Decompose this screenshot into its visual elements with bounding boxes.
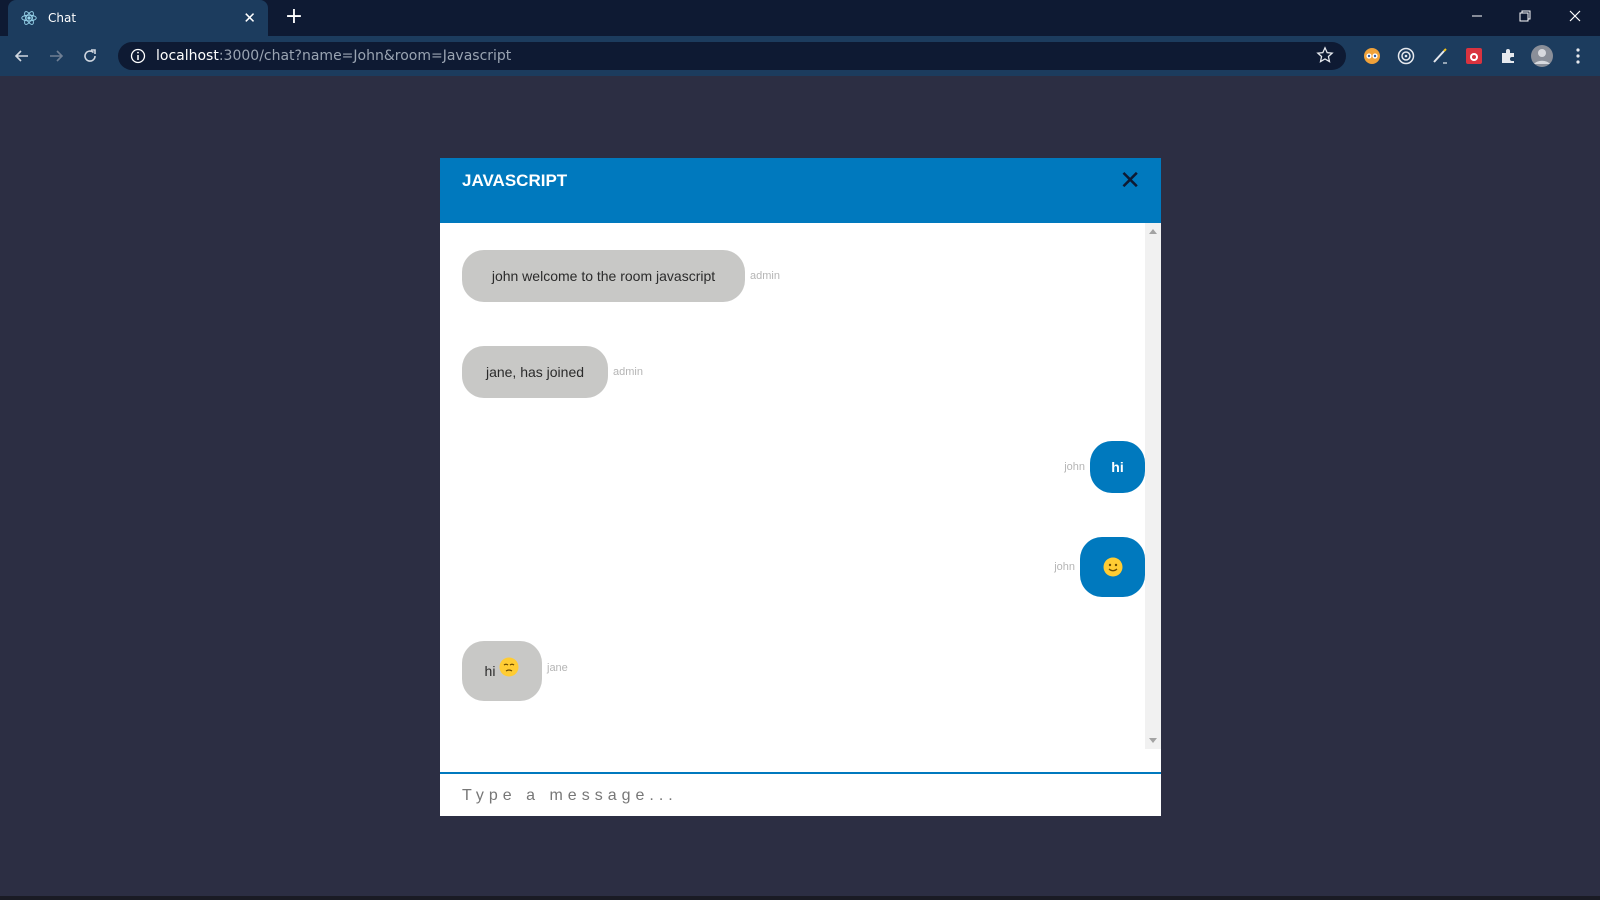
extension-glasses-icon[interactable] bbox=[1360, 44, 1384, 68]
back-icon[interactable] bbox=[10, 44, 34, 68]
message-item: john bbox=[1054, 537, 1145, 597]
taskbar-strip bbox=[0, 896, 1600, 900]
restore-icon[interactable] bbox=[1502, 0, 1548, 32]
tab-title: Chat bbox=[48, 11, 77, 25]
slightly-smiling-face-icon bbox=[1103, 557, 1122, 577]
message-item: hi jane bbox=[462, 641, 568, 701]
chat-header: JAVASCRIPT ✕ bbox=[440, 158, 1161, 223]
scroll-up-icon[interactable] bbox=[1149, 229, 1157, 234]
message-bubble bbox=[1080, 537, 1145, 597]
browser-tab-bar: Chat ✕ + bbox=[0, 0, 1600, 36]
new-tab-icon[interactable]: + bbox=[282, 6, 306, 30]
message-item: john welcome to the room javascript admi… bbox=[462, 250, 780, 302]
tab-close-icon[interactable]: ✕ bbox=[243, 10, 256, 26]
browser-tab[interactable]: Chat ✕ bbox=[8, 0, 268, 36]
message-sender: john bbox=[1054, 561, 1075, 573]
message-text: hi bbox=[484, 663, 496, 679]
browser-toolbar: localhost:3000/chat?name=John&room=Javas… bbox=[0, 36, 1600, 76]
profile-avatar[interactable] bbox=[1530, 44, 1554, 68]
react-favicon-icon bbox=[21, 11, 37, 25]
message-sender: admin bbox=[750, 270, 780, 282]
message-sender: jane bbox=[547, 662, 568, 674]
minimize-icon[interactable] bbox=[1454, 0, 1500, 32]
menu-icon[interactable] bbox=[1566, 44, 1590, 68]
close-chat-icon[interactable]: ✕ bbox=[1119, 168, 1141, 194]
site-info-icon[interactable] bbox=[130, 48, 146, 64]
url-text: localhost:3000/chat?name=John&room=Javas… bbox=[156, 48, 512, 64]
window-close-icon[interactable] bbox=[1552, 0, 1598, 32]
message-input[interactable] bbox=[460, 780, 1144, 812]
chat-window: JAVASCRIPT ✕ john welcome to the room ja… bbox=[440, 158, 1161, 816]
message-bubble: hi bbox=[1090, 441, 1145, 493]
forward-icon[interactable] bbox=[44, 44, 68, 68]
message-bubble: john welcome to the room javascript bbox=[462, 250, 745, 302]
address-bar[interactable]: localhost:3000/chat?name=John&room=Javas… bbox=[118, 42, 1346, 70]
room-title: JAVASCRIPT bbox=[462, 171, 568, 190]
message-scrollbar[interactable] bbox=[1145, 223, 1161, 749]
message-sender: john bbox=[1064, 461, 1085, 473]
message-composer bbox=[440, 772, 1161, 816]
extension-pen-icon[interactable] bbox=[1428, 44, 1452, 68]
extension-red-icon[interactable] bbox=[1462, 44, 1486, 68]
message-bubble: jane, has joined bbox=[462, 346, 608, 398]
reload-icon[interactable] bbox=[78, 44, 102, 68]
message-list[interactable]: john welcome to the room javascript admi… bbox=[440, 223, 1145, 749]
message-bubble: hi bbox=[462, 641, 542, 701]
extensions-puzzle-icon[interactable] bbox=[1496, 44, 1520, 68]
bookmark-star-icon[interactable] bbox=[1316, 46, 1334, 64]
message-item: jane, has joined admin bbox=[462, 346, 643, 398]
scroll-down-icon[interactable] bbox=[1149, 738, 1157, 743]
message-item: john hi bbox=[1064, 441, 1145, 493]
unamused-face-icon bbox=[499, 657, 519, 677]
message-sender: admin bbox=[613, 366, 643, 378]
extension-target-icon[interactable] bbox=[1394, 44, 1418, 68]
